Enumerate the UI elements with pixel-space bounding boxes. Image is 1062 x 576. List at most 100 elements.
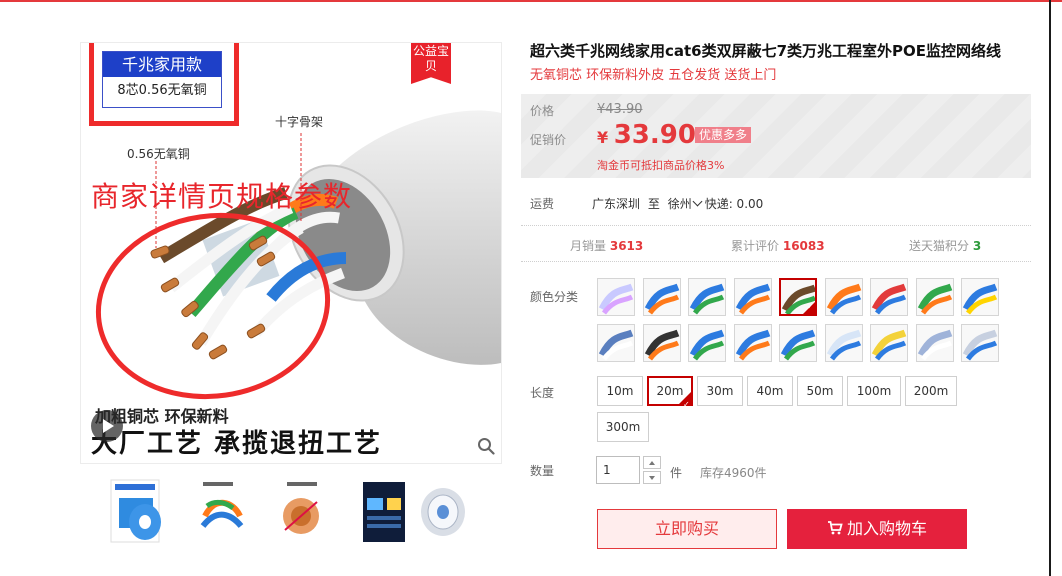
- product-subtitle: 无氧铜芯 环保新料外皮 五仓发货 送货上门: [530, 68, 777, 83]
- color-swatch[interactable]: [597, 278, 635, 316]
- buy-now-button[interactable]: 立即购买: [597, 509, 777, 549]
- review-count[interactable]: 累计评价 16083: [731, 237, 825, 254]
- thumbnail-image: [200, 482, 244, 529]
- thumbnail-3[interactable]: [267, 476, 337, 546]
- product-title: 超六类千兆网线家用cat6类双屏蔽七7类万兆工程室外POE监控网络线: [530, 42, 1002, 60]
- swatch-image: [689, 279, 725, 315]
- monthly-sales: 月销量 3613: [570, 237, 643, 254]
- add-to-cart-button[interactable]: 加入购物车: [787, 509, 967, 549]
- promo-price-value: 33.90: [613, 120, 696, 150]
- divider-top: [521, 225, 1031, 227]
- swatch-image: [962, 279, 998, 315]
- length-option[interactable]: 30m: [697, 376, 743, 406]
- annotation-overlay: 商家详情页规格参数: [91, 180, 353, 213]
- swatch-image: [871, 325, 907, 361]
- color-swatch[interactable]: [597, 324, 635, 362]
- thumbnail-image: [421, 488, 465, 536]
- quantity-decrease-button[interactable]: [643, 471, 661, 484]
- ship-destination[interactable]: 徐州: [668, 197, 692, 211]
- color-swatch[interactable]: [961, 278, 999, 316]
- color-swatch[interactable]: [915, 278, 954, 316]
- thumbnail-1[interactable]: [103, 476, 173, 546]
- color-swatch[interactable]: [688, 324, 726, 362]
- color-swatch[interactable]: [642, 324, 681, 362]
- length-option[interactable]: 20m: [647, 376, 693, 418]
- color-swatch[interactable]: [733, 278, 772, 316]
- window-edge: [1049, 0, 1051, 576]
- length-option[interactable]: 100m: [847, 376, 901, 406]
- swatch-image: [643, 325, 680, 361]
- swatch-image: [825, 279, 862, 315]
- color-swatch[interactable]: [870, 324, 908, 362]
- length-option[interactable]: 50m: [797, 376, 843, 406]
- top-accent-bar: [0, 0, 1062, 2]
- selected-check-icon: [803, 302, 815, 314]
- swatch-image: [598, 279, 634, 315]
- swatch-image: [734, 279, 771, 315]
- price-panel: 价格 ¥43.90 促销价 ¥ 33.90 优惠多多 淘金币可抵扣商品价格3%: [521, 94, 1031, 178]
- length-option[interactable]: 40m: [747, 376, 793, 406]
- main-product-image[interactable]: 千兆家用款 8芯0.56无氧铜 公益宝贝 十字骨架 0.56无氧铜 商家详情页规…: [80, 42, 502, 464]
- promo-price: ¥ 33.90: [597, 120, 696, 150]
- length-option[interactable]: 10m: [597, 376, 643, 406]
- thumbnail-2[interactable]: [185, 476, 255, 546]
- caption-line-2: 大厂工艺 承揽退扭工艺: [91, 429, 383, 459]
- express-fee: 快递: 0.00: [704, 197, 764, 211]
- selected-check-icon: [679, 392, 691, 418]
- swatch-image: [916, 325, 953, 361]
- quantity-label: 数量: [530, 464, 555, 478]
- quantity-increase-button[interactable]: [643, 456, 661, 469]
- currency-symbol: ¥: [597, 128, 609, 147]
- length-option[interactable]: 200m: [905, 376, 957, 406]
- tmall-points-value: 3: [972, 239, 982, 253]
- tmall-points: 送天猫积分 3: [909, 237, 981, 254]
- stock-count: 库存4960件: [700, 466, 767, 480]
- color-swatch[interactable]: [870, 278, 908, 316]
- color-swatch[interactable]: [961, 324, 999, 362]
- chevron-down-icon[interactable]: [692, 196, 703, 207]
- highlight-frame: [89, 43, 239, 126]
- color-swatch[interactable]: [915, 324, 954, 362]
- quantity-input[interactable]: [596, 456, 640, 484]
- color-swatch[interactable]: [733, 324, 772, 362]
- thumbnail-image: [283, 482, 319, 534]
- price-label: 价格: [530, 104, 555, 118]
- swatch-image: [643, 279, 680, 315]
- ship-to-word: 至: [647, 197, 660, 211]
- thumbnail-5[interactable]: [409, 476, 479, 546]
- length-option[interactable]: 300m: [597, 412, 649, 442]
- review-count-label: 累计评价: [731, 239, 780, 253]
- color-swatch[interactable]: [779, 278, 817, 316]
- ship-from: 广东深圳: [592, 197, 641, 211]
- swatch-image: [734, 325, 771, 361]
- swatch-image: [871, 279, 907, 315]
- color-swatch-grid: [597, 278, 1017, 368]
- zoom-icon[interactable]: [477, 437, 495, 455]
- video-play-button[interactable]: [91, 410, 123, 442]
- cart-icon: [827, 521, 843, 535]
- swatch-image: [916, 279, 953, 315]
- promo-badge: 优惠多多: [695, 127, 752, 143]
- tmall-points-label: 送天猫积分: [909, 239, 970, 253]
- spec-badge: 千兆家用款 8芯0.56无氧铜: [89, 43, 239, 126]
- color-swatch[interactable]: [779, 324, 817, 362]
- promo-price-label: 促销价: [530, 133, 567, 147]
- shipping-label: 运费: [530, 197, 555, 211]
- monthly-sales-label: 月销量: [570, 239, 607, 253]
- swatch-image: [598, 325, 634, 361]
- swatch-image: [962, 325, 998, 361]
- color-swatch[interactable]: [642, 278, 681, 316]
- color-swatch[interactable]: [824, 324, 863, 362]
- quantity-unit: 件: [670, 466, 683, 480]
- tmall-coin-note: 淘金币可抵扣商品价格3%: [597, 159, 725, 172]
- review-count-value: 16083: [782, 239, 825, 253]
- callout-copper: 0.56无氧铜: [127, 147, 190, 161]
- color-swatch[interactable]: [688, 278, 726, 316]
- callout-skeleton: 十字骨架: [275, 115, 324, 129]
- color-label: 颜色分类: [530, 290, 579, 304]
- length-label: 长度: [530, 386, 555, 400]
- swatch-image: [780, 325, 816, 361]
- color-swatch[interactable]: [824, 278, 863, 316]
- thumbnail-image: [110, 479, 161, 543]
- monthly-sales-value: 3613: [609, 239, 644, 253]
